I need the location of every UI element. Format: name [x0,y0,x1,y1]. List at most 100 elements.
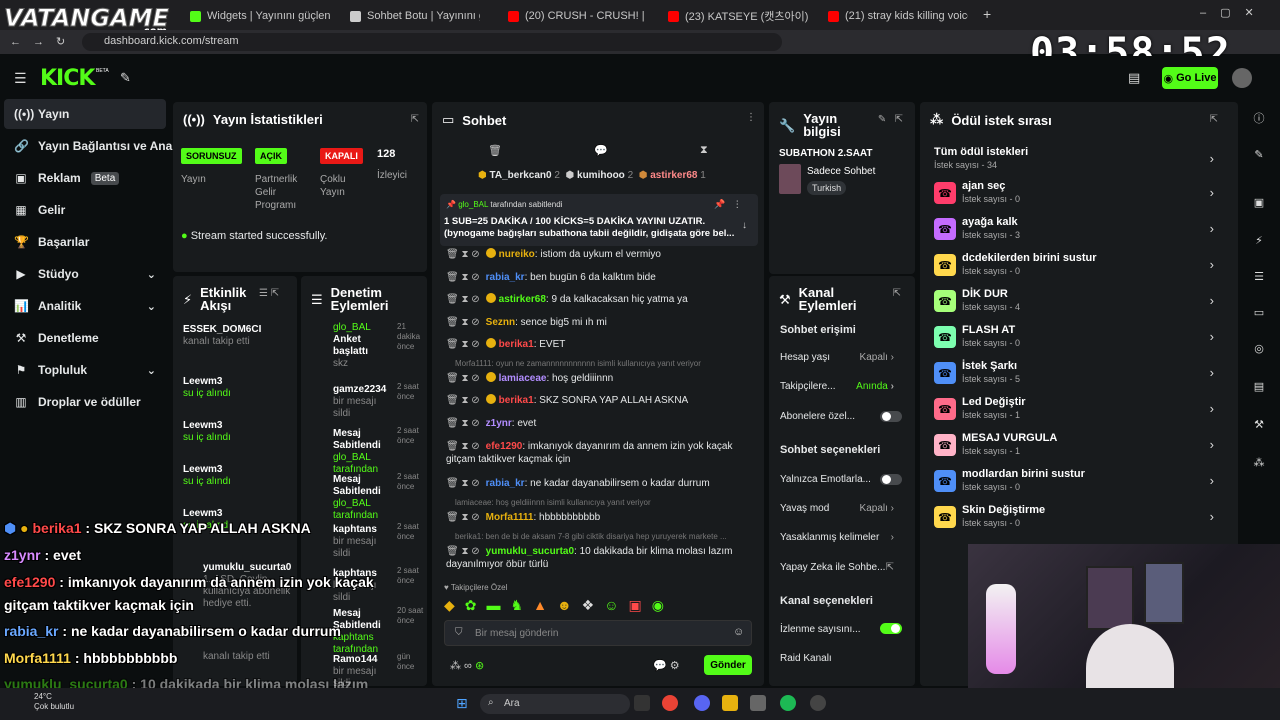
queue-icon[interactable]: ▤ [1249,380,1269,400]
reward-item[interactable]: ☎ ajan seç İstek sayısı - 0 › [932,176,1218,212]
browser-tab[interactable]: (21) stray kids killing voice - Yo [828,6,968,26]
popout-icon[interactable]: ⇱ [411,114,419,125]
sidebar-item-analytics[interactable]: 📊 Analitik ⌄ [4,291,166,321]
category-name[interactable]: Sadece Sohbet [807,166,875,177]
mod-tools-icon[interactable]: 🗑 ⧗ ⊘ [446,512,480,523]
reward-item[interactable]: ☎ MESAJ VURGULA İstek sayısı - 1 › [932,428,1218,464]
subscribers-toggle[interactable] [880,411,902,422]
go-live-button[interactable]: ◉ Go Live [1162,67,1218,89]
chat-message: 🗑 ⧗ ⊘ rabia_kr: ben bugün 6 da kalktım bi… [446,272,656,283]
lightning-icon[interactable]: ⚡ [1249,234,1269,254]
mod-tools-icon[interactable]: 🗑 ⧗ ⊘ [446,272,480,283]
pin-icon[interactable]: 📌 ⋮ [714,199,742,210]
wrench-icon[interactable]: ⚒ [1249,418,1269,438]
mod-tools-icon[interactable]: 🗑 ⧗ ⊘ [446,418,480,429]
youtube-favicon-icon [668,10,679,22]
ai-chat-setting[interactable]: Yapay Zeka ile Sohbe... ⇱ [780,562,906,573]
language-tag[interactable]: Turkish [807,181,847,195]
chat-bubble-icon[interactable]: 💬 [594,144,608,157]
popout-icon[interactable]: ⇱ [893,288,901,299]
avatar[interactable] [1232,68,1252,88]
kick-logo[interactable]: KICK [40,66,95,91]
info-icon[interactable]: ⓘ [1249,110,1269,130]
mod-tools-icon[interactable]: 🗑 ⧗ ⊘ [446,317,480,328]
folder-icon[interactable] [722,695,738,711]
mod-tools-icon[interactable]: 🗑 ⧗ ⊘ [446,395,480,406]
mod-tools-icon[interactable]: 🗑 ⧗ ⊘ [446,294,480,305]
sidebar-item-achievements[interactable]: 🏆 Başarılar [4,227,166,257]
mod-tools-icon[interactable]: 🗑 ⧗ ⊘ [446,249,480,260]
layout-icon[interactable]: ▣ [1249,196,1269,216]
mod-tools-icon[interactable]: 🗑 ⧗ ⊘ [446,478,480,489]
sidebar-item-ads[interactable]: ▣ Reklam Beta [4,163,166,193]
emote-only-toggle[interactable] [880,474,902,485]
emote-bar[interactable]: ◆ ✿ ▬ ♞ ▲ ☻ ❖ ☺ ▣ ◉ [444,597,754,615]
edit-icon[interactable]: ✎ [1249,148,1269,168]
reward-item[interactable]: ☎ dcdekilerden birini sustur İstek sayısı … [932,248,1218,284]
more-options-icon[interactable]: ⋮ [746,112,756,123]
account-age-setting[interactable]: Hesap yaşı Kapalı › [780,352,906,363]
sidebar-item-yayin[interactable]: ((•)) Yayın [4,99,166,129]
browser-tab[interactable]: Sohbet Botu | Yayınını güçlendir [350,6,480,26]
nav-buttons[interactable]: ←→↻ [10,35,77,48]
banned-words-setting[interactable]: Yasaklanmış kelimeler › [780,532,906,543]
followers-setting[interactable]: Takipçilere... Anında › [780,381,906,392]
reward-icon[interactable]: ⁂ [1249,456,1269,476]
sidebar-item-community[interactable]: ⚑ Topluluk ⌄ [4,355,166,385]
send-button[interactable]: Gönder [704,655,752,675]
mod-tools-icon[interactable]: 🗑 ⧗ ⊘ [446,373,480,384]
hamburger-menu-icon[interactable]: ☰ [14,70,27,87]
reward-item[interactable]: ☎ DİK DUR İstek sayısı - 4 › [932,284,1218,320]
reward-item[interactable]: ☎ FLASH AT İstek sayısı - 0 › [932,320,1218,356]
sidebar-item-label: Yayın Bağlantısı ve Anahtar [38,139,195,153]
sidebar-item-stream-key[interactable]: 🔗 Yayın Bağlantısı ve Anahtar [4,131,195,161]
chrome-icon[interactable] [662,695,678,711]
edit-icon[interactable]: ✎ ⇱ [878,114,903,125]
chat-icon[interactable]: ▭ [1249,306,1269,326]
view-count-toggle[interactable] [880,623,902,634]
obs-icon[interactable] [810,695,826,711]
app-icon[interactable] [750,695,766,711]
browser-tab[interactable]: (20) CRUSH - CRUSH! | Gözü Ka [508,6,648,26]
mod-tools-icon[interactable]: 🗑 ⧗ ⊘ [446,339,480,350]
mod-tools-icon[interactable]: 🗑 ⧗ ⊘ [446,441,480,452]
reward-item[interactable]: ☎ modlardan birini sustur İstek sayısı - 0… [932,464,1218,500]
window-controls[interactable]: –▢✕ [1200,6,1268,19]
chat-tools-icons[interactable]: ⁂ ∞ ⊛ [450,659,484,672]
sidebar-item-studio[interactable]: ▶ Stüdyo ⌄ [4,259,166,289]
chat-settings-icons[interactable]: 💬 ⚙ [653,659,680,672]
discord-icon[interactable] [694,695,710,711]
mod-tools-icon[interactable]: 🗑 ⧗ ⊘ [446,546,480,557]
reward-item[interactable]: ☎ Led Değiştir İstek sayısı - 1 › [932,392,1218,428]
windows-start-icon[interactable]: ⊞ [456,695,468,712]
hourglass-icon[interactable]: ⧗ [700,144,708,157]
chat-input[interactable]: ⛉ Bir mesaj gönderin ☺ [444,620,752,646]
filter-icon[interactable]: ☰ ⇱ [259,288,279,299]
slow-mode-setting[interactable]: Yavaş mod Kapalı › [780,503,906,514]
weather-widget[interactable]: 24°C Çok bulutlu [34,692,74,712]
spotify-icon[interactable] [780,695,796,711]
browser-tab[interactable]: (23) KATSEYE (캣츠아이) 'Hoot [668,6,808,26]
browser-tab[interactable]: Widgets | Yayınını güçlendirme [190,6,330,26]
sidebar-item-revenue[interactable]: ▦ Gelir [4,195,166,225]
tab-title: (23) KATSEYE (캣츠아이) 'Hoot [685,11,808,23]
reward-item[interactable]: ☎ İstek Şarkı İstek sayısı - 5 › [932,356,1218,392]
popout-icon[interactable]: ⇱ [1210,114,1218,125]
sidebar-item-drops[interactable]: ▥ Droplar ve ödüller [4,387,166,417]
url-input[interactable]: dashboard.kick.com/stream [82,33,782,51]
arrow-down-icon[interactable]: ↓ [742,220,747,231]
list-icon[interactable]: ☰ [1249,270,1269,290]
sidebar-item-moderation[interactable]: ⚒ Denetleme [4,323,166,353]
reward-item[interactable]: ☎ ayağa kalk İstek sayısı - 3 › [932,212,1218,248]
broadcast-icon[interactable]: ◎ [1249,342,1269,362]
trash-icon[interactable]: 🗑 [488,144,502,157]
mod-view-icon[interactable]: ▤ [1128,70,1140,86]
new-tab-button[interactable]: + [983,6,991,22]
reward-item[interactable]: ☎ Skin Değiştirme İstek sayısı - 0 › [932,500,1218,536]
raid-channel-setting[interactable]: Raid Kanalı [780,653,906,664]
emoji-icon[interactable]: ☺ [733,626,744,638]
tools-icon[interactable]: ✎ [120,70,131,86]
taskbar-search[interactable]: ⌕ Ara [480,694,630,714]
task-view-icon[interactable] [634,695,650,711]
reward-all-item[interactable]: Tüm ödül istekleri İstek sayısı - 34 › [932,142,1218,178]
